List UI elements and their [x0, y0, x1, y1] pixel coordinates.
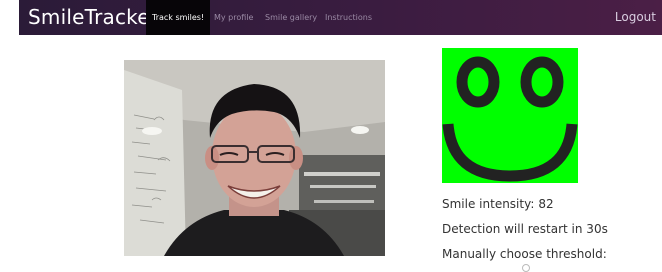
webcam-feed: [124, 60, 385, 256]
threshold-label: Manually choose threshold:: [442, 247, 607, 261]
navbar: SmileTracker Track smiles! My profile Sm…: [19, 0, 662, 35]
nav-item-smile-gallery[interactable]: Smile gallery: [265, 0, 317, 35]
brand-logo[interactable]: SmileTracker: [28, 5, 158, 29]
threshold-slider-handle[interactable]: [522, 264, 530, 272]
smile-intensity-text: Smile intensity: 82: [442, 197, 554, 211]
smile-intensity-value: 82: [538, 197, 554, 211]
webcam-image: [124, 60, 385, 256]
smiley-face-icon: [442, 48, 578, 183]
nav-item-track-smiles[interactable]: Track smiles!: [146, 0, 211, 35]
nav-item-instructions[interactable]: Instructions: [325, 0, 372, 35]
restart-countdown-text: Detection will restart in 30s: [442, 222, 608, 236]
logout-link[interactable]: Logout: [615, 0, 656, 35]
nav-item-my-profile[interactable]: My profile: [214, 0, 253, 35]
smile-intensity-label: Smile intensity:: [442, 197, 535, 211]
